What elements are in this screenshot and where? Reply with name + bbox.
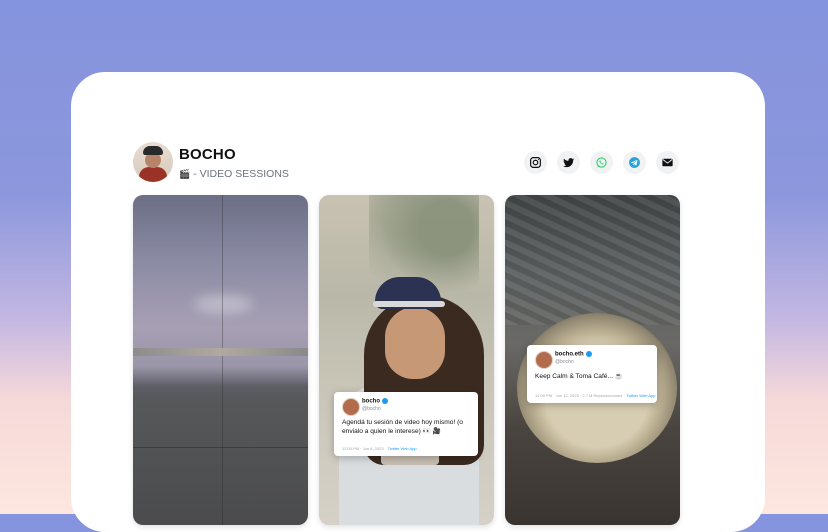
telegram-icon[interactable]	[623, 151, 646, 174]
profile-name: BOCHO	[179, 146, 236, 163]
subtitle-text: - VIDEO SESSIONS	[193, 168, 289, 180]
tweet-text: Keep Calm & Toma Café... ☕	[535, 373, 623, 380]
tweet-card: bocho.eth @bocho Keep Calm & Toma Café..…	[527, 345, 657, 403]
profile-card: BOCHO 🎬 - VIDEO SESSIONS bocho @bocho Ag…	[71, 72, 765, 532]
social-links	[524, 151, 679, 174]
avatar[interactable]	[133, 142, 173, 182]
clapperboard-icon: 🎬	[179, 169, 191, 179]
verified-icon	[382, 398, 388, 404]
tweet-avatar	[535, 351, 553, 369]
verified-icon	[585, 351, 592, 357]
video-tile-woman[interactable]: bocho @bocho Agendá tu sesión de video h…	[319, 195, 494, 525]
video-tile-coffee[interactable]: bocho.eth @bocho Keep Calm & Toma Café..…	[505, 195, 680, 525]
tweet-text: Agendá tu sesión de video hoy mismo! (o …	[342, 419, 463, 435]
profile-subtitle: 🎬 - VIDEO SESSIONS	[179, 168, 289, 180]
twitter-icon[interactable]	[557, 151, 580, 174]
tweet-author: bocho.eth	[555, 351, 592, 358]
video-tile-sky[interactable]	[133, 195, 308, 525]
tweet-handle: @bocho	[555, 359, 574, 365]
email-icon[interactable]	[656, 151, 679, 174]
whatsapp-icon[interactable]	[590, 151, 613, 174]
tweet-card: bocho @bocho Agendá tu sesión de video h…	[334, 392, 478, 456]
tweet-meta: 12:00 PM · Jun 12, 2023 · 2.7 M Reproduc…	[535, 393, 656, 398]
tweet-meta: 12:00 PM · Jun 8, 2023 Twitter Web App	[342, 446, 417, 451]
tweet-author: bocho	[362, 398, 388, 405]
tweet-handle: @bocho	[362, 406, 381, 412]
instagram-icon[interactable]	[524, 151, 547, 174]
tweet-avatar	[342, 398, 360, 416]
